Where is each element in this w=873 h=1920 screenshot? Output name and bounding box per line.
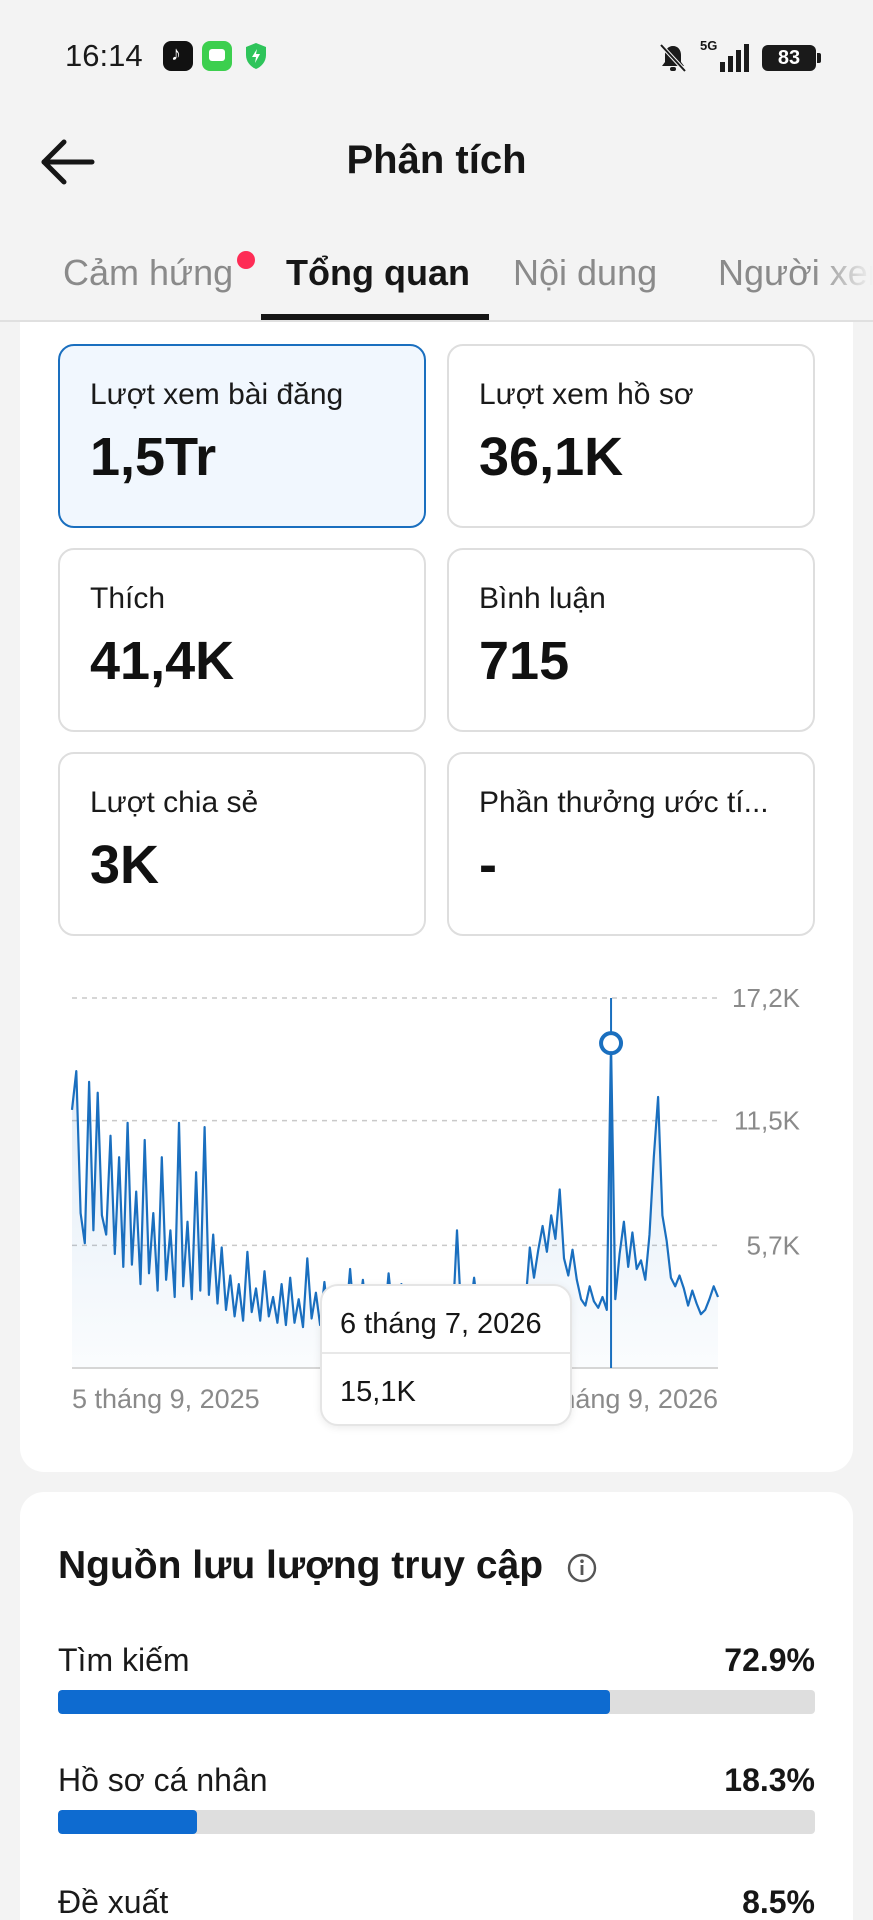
notification-dot xyxy=(237,251,255,269)
metric-label: Thích xyxy=(90,582,166,615)
metric-value: 1,5Tr xyxy=(90,427,217,487)
metric-label: Lượt xem hồ sơ xyxy=(479,378,694,411)
source-label: Hồ sơ cá nhân xyxy=(58,1762,268,1798)
signal-icon xyxy=(720,44,749,72)
tooltip-date: 6 tháng 7, 2026 xyxy=(340,1308,542,1340)
tab-inspiration[interactable]: Cảm hứng xyxy=(63,252,233,294)
metric-value: 3K xyxy=(90,835,160,895)
metric-shares[interactable]: Lượt chia sẻ 3K xyxy=(58,752,426,936)
source-bar-fill xyxy=(58,1690,610,1714)
metric-value: 36,1K xyxy=(479,427,624,487)
battery-icon: 83 xyxy=(762,45,821,71)
active-tab-indicator xyxy=(261,314,489,320)
shield-icon xyxy=(246,43,266,69)
info-icon[interactable] xyxy=(567,1553,597,1583)
source-percent: 18.3% xyxy=(724,1762,815,1798)
messages-icon xyxy=(202,41,232,71)
metric-label: Phần thưởng ước tí... xyxy=(479,786,769,819)
chart-tooltip: 6 tháng 7, 2026 15,1K xyxy=(320,1284,572,1426)
tab-bar: Cảm hứng Tổng quan Nội dung Người xem xyxy=(0,240,873,322)
source-label: Tìm kiếm xyxy=(58,1642,190,1678)
metric-label: Lượt chia sẻ xyxy=(90,786,259,819)
bell-off-icon xyxy=(659,43,687,73)
tab-overview[interactable]: Tổng quan xyxy=(286,252,470,294)
source-percent: 8.5% xyxy=(742,1884,815,1920)
source-bar xyxy=(58,1690,815,1714)
metric-profile-views[interactable]: Lượt xem hồ sơ 36,1K xyxy=(447,344,815,528)
traffic-sources-card: Nguồn lưu lượng truy cập Tìm kiếm 72.9% … xyxy=(20,1492,853,1920)
metric-comments[interactable]: Bình luận 715 xyxy=(447,548,815,732)
tab-content[interactable]: Nội dung xyxy=(513,252,657,294)
metric-label: Bình luận xyxy=(479,582,606,615)
traffic-title: Nguồn lưu lượng truy cập xyxy=(58,1544,544,1587)
source-bar-fill xyxy=(58,1810,197,1834)
metric-likes[interactable]: Thích 41,4K xyxy=(58,548,426,732)
metric-estimated-rewards[interactable]: Phần thưởng ước tí... - xyxy=(447,752,815,936)
status-bar: 16:14 5G 83 xyxy=(0,0,873,115)
tooltip-value: 15,1K xyxy=(340,1376,416,1408)
source-percent: 72.9% xyxy=(724,1642,815,1678)
metric-value: - xyxy=(479,835,497,895)
metric-value: 41,4K xyxy=(90,631,235,691)
metric-post-views[interactable]: Lượt xem bài đăng 1,5Tr xyxy=(58,344,426,528)
status-time: 16:14 xyxy=(65,38,143,73)
network-type: 5G xyxy=(700,38,718,53)
page-title: Phân tích xyxy=(346,138,527,182)
metric-label: Lượt xem bài đăng xyxy=(90,378,344,411)
source-bar xyxy=(58,1810,815,1834)
tiktok-icon xyxy=(163,41,193,71)
metric-value: 715 xyxy=(479,631,570,691)
source-label: Đề xuất xyxy=(58,1884,169,1920)
